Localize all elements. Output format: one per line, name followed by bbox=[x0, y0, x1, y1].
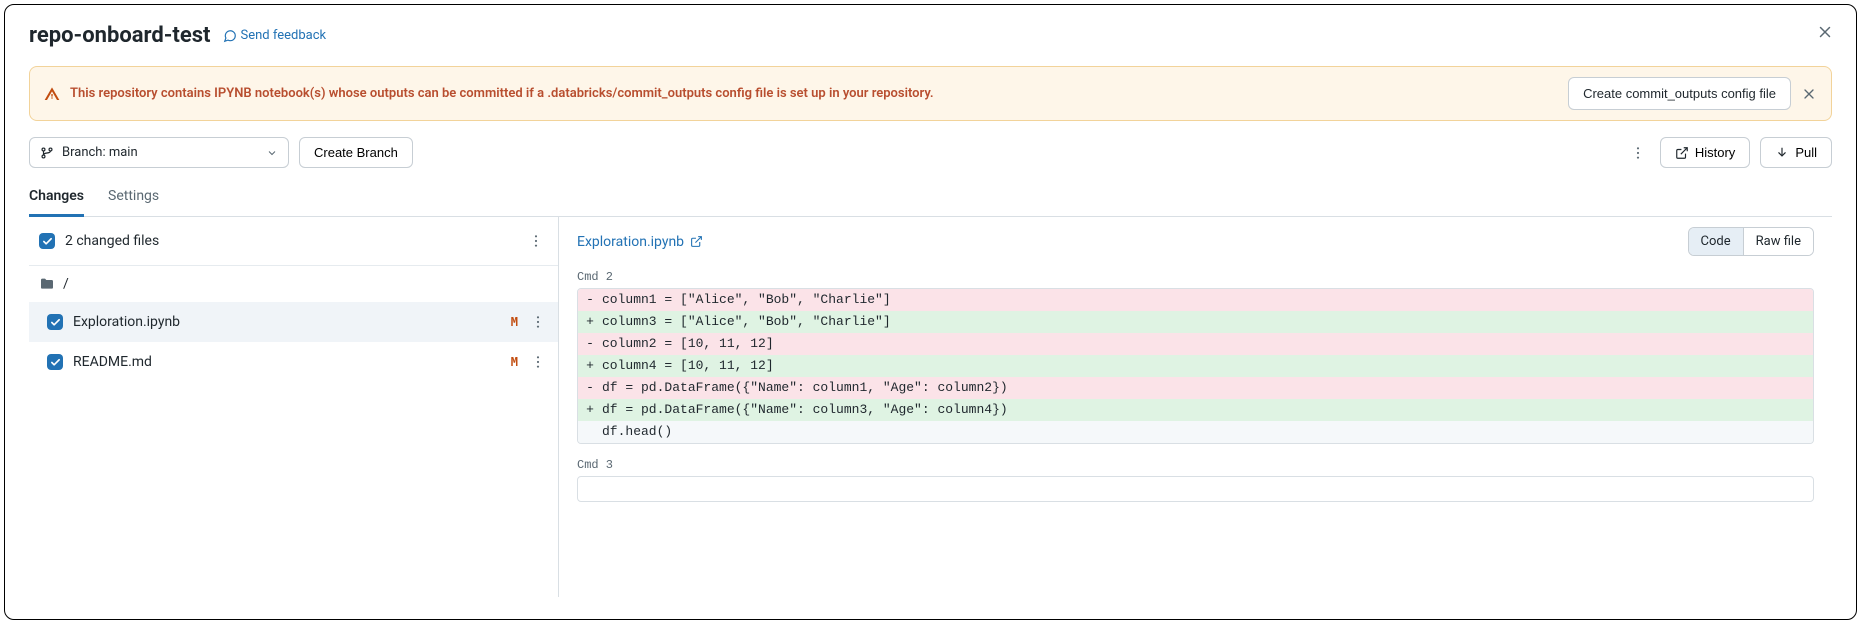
file-name: README.md bbox=[73, 354, 152, 370]
page-title: repo-onboard-test bbox=[29, 23, 211, 48]
external-link-icon bbox=[690, 235, 703, 248]
file-row[interactable]: README.md M bbox=[29, 342, 558, 382]
chevron-down-icon bbox=[266, 147, 278, 159]
warning-icon bbox=[44, 86, 60, 102]
history-button[interactable]: History bbox=[1660, 137, 1750, 168]
file-kebab-menu[interactable] bbox=[526, 350, 550, 374]
chat-icon bbox=[223, 29, 237, 43]
file-kebab-menu[interactable] bbox=[526, 310, 550, 334]
cmd-label: Cmd 2 bbox=[577, 270, 1814, 284]
external-link-icon bbox=[1675, 146, 1689, 160]
warning-banner: This repository contains IPYNB notebook(… bbox=[29, 66, 1832, 121]
diff-line: +column3 = ["Alice", "Bob", "Charlie"] bbox=[578, 311, 1813, 333]
folder-icon bbox=[39, 276, 55, 292]
download-icon bbox=[1775, 146, 1789, 160]
cmd-label: Cmd 3 bbox=[577, 458, 1814, 472]
diff-line: +df = pd.DataFrame({"Name": column3, "Ag… bbox=[578, 399, 1813, 421]
history-label: History bbox=[1695, 145, 1735, 160]
root-folder-row[interactable]: / bbox=[29, 266, 558, 302]
diff-view-toggle: Code Raw file bbox=[1688, 227, 1814, 256]
toolbar-kebab-menu[interactable] bbox=[1626, 141, 1650, 165]
file-row[interactable]: Exploration.ipynb M bbox=[29, 302, 558, 342]
git-branch-icon bbox=[40, 146, 54, 160]
pull-label: Pull bbox=[1795, 145, 1817, 160]
diff-view-code[interactable]: Code bbox=[1689, 228, 1744, 255]
pull-button[interactable]: Pull bbox=[1760, 137, 1832, 168]
tab-changes[interactable]: Changes bbox=[29, 182, 84, 217]
root-folder-label: / bbox=[63, 276, 69, 292]
branch-selector-label: Branch: main bbox=[62, 145, 138, 160]
diff-block: -column1 = ["Alice", "Bob", "Charlie"]+c… bbox=[577, 288, 1814, 444]
modified-badge: M bbox=[511, 315, 518, 329]
banner-close-icon[interactable] bbox=[1801, 86, 1817, 102]
branch-selector[interactable]: Branch: main bbox=[29, 137, 289, 168]
file-checkbox[interactable] bbox=[47, 354, 63, 370]
diff-line: +column4 = [10, 11, 12] bbox=[578, 355, 1813, 377]
changed-files-summary: 2 changed files bbox=[65, 233, 159, 249]
dialog-close-icon[interactable] bbox=[1816, 23, 1834, 41]
diff-view-raw[interactable]: Raw file bbox=[1744, 228, 1813, 255]
files-kebab-menu[interactable] bbox=[524, 229, 548, 253]
tab-settings[interactable]: Settings bbox=[108, 182, 159, 216]
diff-line: df.head() bbox=[578, 421, 1813, 443]
diff-line: -df = pd.DataFrame({"Name": column1, "Ag… bbox=[578, 377, 1813, 399]
file-name: Exploration.ipynb bbox=[73, 314, 180, 330]
open-file-name: Exploration.ipynb bbox=[577, 234, 684, 250]
file-checkbox[interactable] bbox=[47, 314, 63, 330]
modified-badge: M bbox=[511, 355, 518, 369]
create-commit-outputs-button[interactable]: Create commit_outputs config file bbox=[1568, 77, 1791, 110]
send-feedback-link[interactable]: Send feedback bbox=[223, 28, 327, 43]
diff-block-empty bbox=[577, 476, 1814, 502]
diff-line: -column1 = ["Alice", "Bob", "Charlie"] bbox=[578, 289, 1813, 311]
open-file-link[interactable]: Exploration.ipynb bbox=[577, 234, 703, 250]
send-feedback-label: Send feedback bbox=[241, 28, 327, 43]
create-branch-button[interactable]: Create Branch bbox=[299, 137, 413, 168]
diff-line: -column2 = [10, 11, 12] bbox=[578, 333, 1813, 355]
select-all-checkbox[interactable] bbox=[39, 233, 55, 249]
warning-banner-text: This repository contains IPYNB notebook(… bbox=[70, 86, 934, 101]
